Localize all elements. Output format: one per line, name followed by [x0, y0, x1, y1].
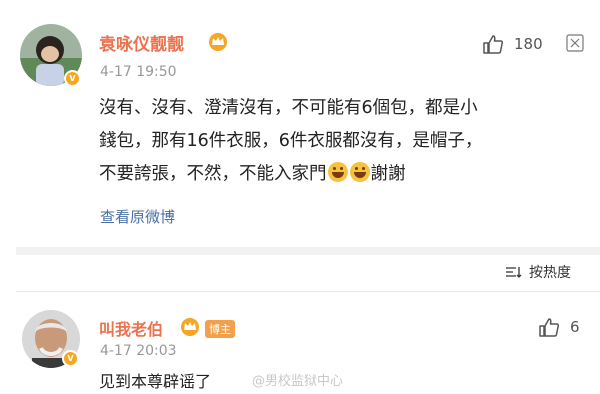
view-original-link[interactable]: 查看原微博 — [100, 206, 175, 227]
divider — [16, 247, 600, 255]
crown-icon — [209, 33, 227, 51]
comment-text-line: 不要誇張，不然，不能入家門 謝謝 — [99, 162, 406, 184]
sort-label: 按热度 — [529, 265, 571, 281]
comment-text: 见到本尊辟谣了 — [99, 372, 212, 391]
like-count: 180 — [514, 35, 543, 53]
username[interactable]: 叫我老伯 — [99, 316, 163, 340]
like-button[interactable]: 6 — [538, 316, 580, 338]
grin-sweat-emoji-icon — [327, 162, 348, 182]
verified-badge-icon: V — [64, 70, 81, 87]
like-button[interactable]: 180 — [482, 33, 543, 55]
crown-icon — [181, 318, 199, 336]
divider — [16, 291, 600, 292]
watermark: @男校监狱中心 — [252, 374, 344, 389]
comment-time: 4-17 19:50 — [100, 64, 177, 80]
grin-sweat-emoji-icon — [349, 162, 370, 182]
comment-text-line: 沒有、沒有、澄清沒有，不可能有6個包，都是小 — [99, 98, 478, 118]
sort-by-heat-button[interactable]: 按热度 — [505, 262, 571, 282]
like-count: 6 — [570, 318, 580, 336]
more-options-icon[interactable] — [566, 34, 584, 52]
blogger-badge: 博主 — [205, 320, 235, 338]
thumbs-up-icon — [483, 35, 504, 54]
verified-badge-icon: V — [62, 350, 79, 367]
thumbs-up-icon — [539, 318, 560, 337]
sort-icon — [506, 267, 522, 278]
comment-time: 4-17 20:03 — [100, 343, 177, 359]
comment-text: 沒有、沒有、澄清沒有，不可能有6個包，都是小 錢包，那有16件衣服，6件衣服都沒… — [99, 92, 589, 191]
comment-text-line: 錢包，那有16件衣服，6件衣服都沒有，是帽子， — [99, 131, 483, 151]
username[interactable]: 袁咏仪靓靓 — [99, 30, 184, 55]
